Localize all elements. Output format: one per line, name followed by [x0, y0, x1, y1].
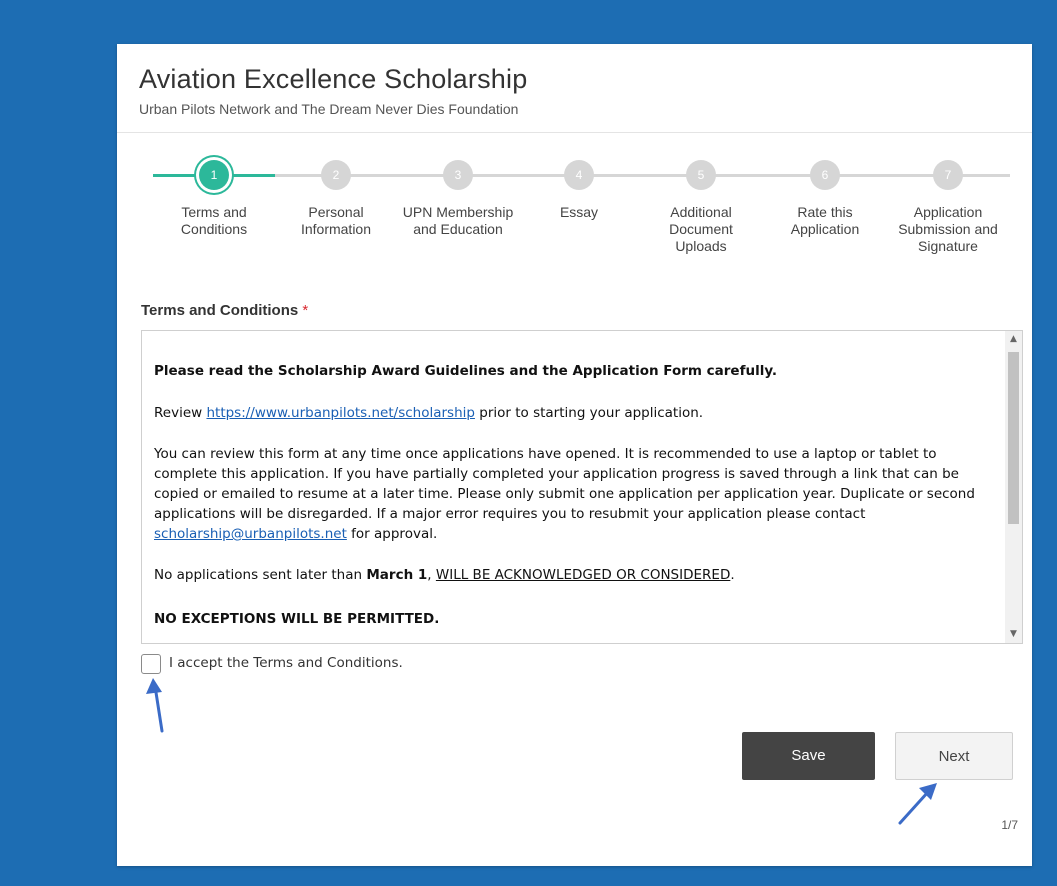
- page-title: Aviation Excellence Scholarship: [139, 64, 528, 94]
- terms-body-text: You can review this form at any time onc…: [154, 446, 975, 522]
- step-rate-this-application[interactable]: 6 Rate this Application: [760, 144, 890, 238]
- application-card: Aviation Excellence Scholarship Urban Pi…: [117, 44, 1032, 866]
- scholarship-link[interactable]: https://www.urbanpilots.net/scholarship: [206, 405, 474, 421]
- step-label: Additional Document Uploads: [669, 204, 733, 254]
- terms-heading: Please read the Scholarship Award Guidel…: [154, 363, 778, 379]
- review-prefix: Review: [154, 405, 203, 421]
- step-label: Application Submission and Signature: [898, 204, 998, 254]
- step-upn-membership-and-education[interactable]: 3 UPN Membership and Education: [393, 144, 523, 238]
- step-number: 5: [686, 160, 716, 190]
- scroll-down-arrow-icon[interactable]: ▼: [1005, 626, 1022, 643]
- step-additional-document-uploads[interactable]: 5 Additional Document Uploads: [636, 144, 766, 255]
- step-label: Essay: [559, 204, 599, 220]
- card-header: Aviation Excellence Scholarship Urban Pi…: [117, 44, 1032, 133]
- annotation-arrow-icon: [898, 783, 937, 825]
- step-label: Personal Information: [300, 204, 372, 237]
- page-subtitle: Urban Pilots Network and The Dream Never…: [139, 101, 519, 117]
- progress-stepper: 1 Terms and Conditions 2 Personal Inform…: [117, 144, 1032, 304]
- step-label: UPN Membership and Education: [402, 204, 514, 237]
- next-button[interactable]: Next: [895, 732, 1013, 780]
- terms-body-paragraph: You can review this form at any time onc…: [154, 444, 999, 544]
- save-button[interactable]: Save: [742, 732, 875, 780]
- step-number: 2: [321, 160, 351, 190]
- deadline-paragraph: No applications sent later than March 1,…: [154, 565, 735, 585]
- step-number: 1: [199, 160, 229, 190]
- step-number: 4: [564, 160, 594, 190]
- deadline-prefix: No applications sent later than: [154, 567, 363, 583]
- step-personal-information[interactable]: 2 Personal Information: [271, 144, 401, 238]
- step-number: 3: [443, 160, 473, 190]
- terms-scrollbar[interactable]: ▲ ▼: [1005, 331, 1022, 643]
- step-essay[interactable]: 4 Essay: [514, 144, 644, 221]
- deadline-notice: WILL BE ACKNOWLEDGED OR CONSIDERED: [435, 567, 731, 583]
- scroll-up-arrow-icon[interactable]: ▲: [1005, 331, 1022, 348]
- step-number: 7: [933, 160, 963, 190]
- annotation-arrow-icon: [146, 678, 164, 733]
- accept-terms-label[interactable]: I accept the Terms and Conditions.: [169, 655, 403, 671]
- page-indicator: 1/7: [1001, 818, 1018, 832]
- contact-email-link[interactable]: scholarship@urbanpilots.net: [154, 526, 347, 542]
- deadline-period: .: [730, 567, 735, 583]
- step-application-submission-and-signature[interactable]: 7 Application Submission and Signature: [883, 144, 1013, 255]
- terms-section-title-text: Terms and Conditions: [141, 302, 299, 319]
- step-terms-and-conditions[interactable]: 1 Terms and Conditions: [149, 144, 279, 238]
- no-exceptions-notice: NO EXCEPTIONS WILL BE PERMITTED.: [154, 611, 440, 627]
- step-number: 6: [810, 160, 840, 190]
- terms-section-title: Terms and Conditions *: [141, 302, 308, 319]
- step-label: Rate this Application: [790, 204, 860, 237]
- deadline-comma: ,: [427, 567, 432, 583]
- body-suffix: for approval.: [351, 526, 438, 542]
- scrollbar-thumb[interactable]: [1008, 352, 1019, 524]
- terms-review-paragraph: Review https://www.urbanpilots.net/schol…: [154, 403, 703, 423]
- deadline-date: March 1: [366, 567, 428, 583]
- required-marker: *: [302, 302, 309, 319]
- review-suffix: prior to starting your application.: [479, 405, 704, 421]
- terms-text-box[interactable]: Please read the Scholarship Award Guidel…: [141, 330, 1023, 644]
- step-label: Terms and Conditions: [180, 204, 248, 237]
- accept-terms-checkbox[interactable]: [141, 654, 161, 674]
